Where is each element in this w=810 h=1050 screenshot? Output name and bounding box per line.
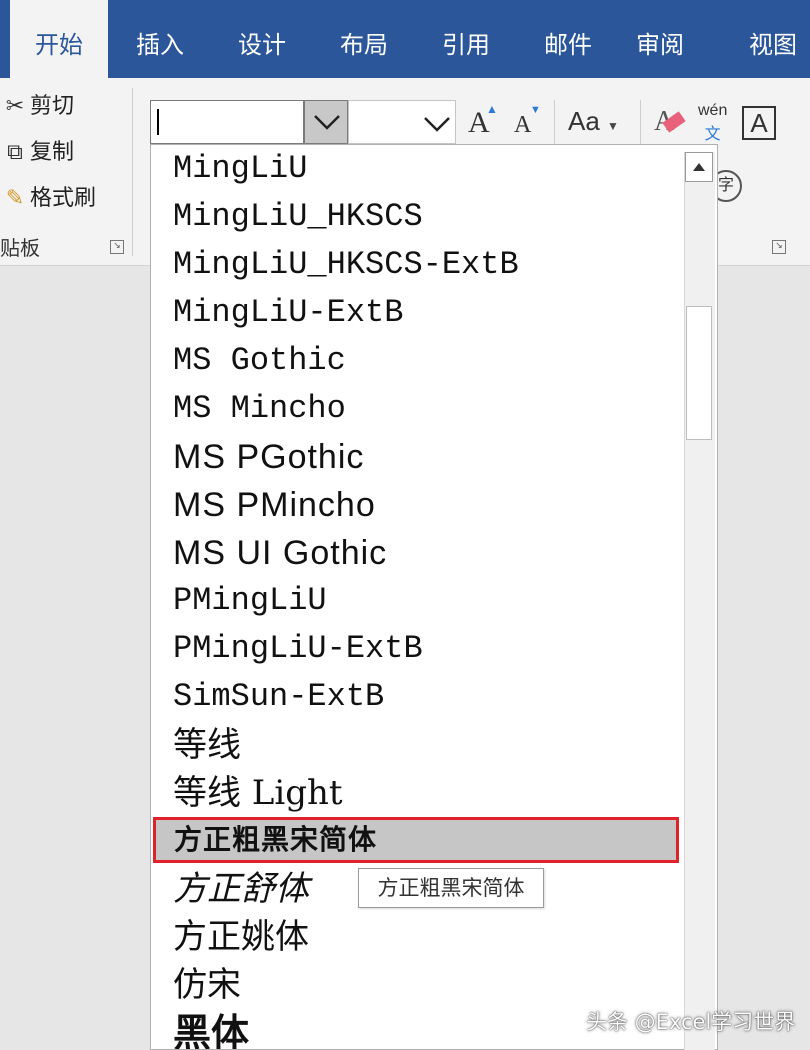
font-option-ms-mincho[interactable]: MS Mincho	[173, 386, 346, 432]
font-name-input[interactable]	[150, 100, 304, 144]
font-option-fangzheng-cuheisong-selected[interactable]: 方正粗黑宋简体	[153, 817, 679, 863]
font-option-pmingliu-extb[interactable]: PMingLiU-ExtB	[173, 626, 423, 672]
chevron-down-icon	[314, 115, 340, 130]
font-option-ms-pgothic[interactable]: MS PGothic	[173, 434, 364, 480]
tab-view[interactable]: 视图	[736, 0, 810, 78]
font-option-ms-pmincho[interactable]: MS PMincho	[173, 482, 376, 528]
group-separator	[640, 100, 641, 144]
font-dropdown-list: MingLiU MingLiU_HKSCS MingLiU_HKSCS-ExtB…	[150, 144, 718, 1050]
character-border-button[interactable]: A	[742, 106, 776, 140]
font-option-mingliu-hkscs-extb[interactable]: MingLiU_HKSCS-ExtB	[173, 242, 519, 288]
ribbon-tab-bar: 开始 插入 设计 布局 引用 邮件 审阅 视图	[0, 0, 810, 78]
font-name-dropdown-button[interactable]	[304, 100, 348, 144]
cut-label: 剪切	[30, 94, 75, 119]
font-option-heiti[interactable]: 黑体	[173, 1010, 249, 1049]
clear-formatting-button[interactable]: A	[654, 106, 686, 138]
font-option-mingliu[interactable]: MingLiU	[173, 146, 307, 192]
format-painter-button[interactable]: ✎ 格式刷	[0, 182, 96, 216]
tab-references[interactable]: 引用	[418, 0, 514, 78]
font-list-scrollbar[interactable]	[684, 152, 715, 1050]
clipboard-launcher-icon[interactable]: ↘	[110, 240, 124, 254]
change-case-button[interactable]: Aa ▼	[568, 106, 619, 137]
font-option-dengxian[interactable]: 等线	[173, 722, 241, 768]
font-size-input[interactable]	[348, 100, 456, 144]
group-separator	[554, 100, 555, 144]
font-option-fangzheng-shuti[interactable]: 方正舒体	[173, 866, 309, 912]
font-launcher-icon[interactable]: ↘	[772, 240, 786, 254]
chevron-down-icon	[424, 117, 450, 132]
triangle-up-icon	[693, 163, 705, 171]
scissors-icon: ✂	[5, 94, 25, 119]
font-option-fangsong[interactable]: 仿宋	[173, 962, 241, 1008]
font-option-pmingliu[interactable]: PMingLiU	[173, 578, 327, 624]
caret-down-icon: ▼	[530, 104, 541, 116]
shrink-font-icon: A	[514, 112, 532, 138]
group-separator	[132, 88, 133, 256]
character-border-icon: A	[750, 108, 768, 138]
copy-icon: ⧉	[7, 140, 23, 165]
tab-review[interactable]: 审阅	[622, 0, 698, 78]
font-option-dengxian-light[interactable]: 等线 Light	[173, 770, 343, 816]
text-caret	[157, 109, 159, 135]
font-option-simsun-extb[interactable]: SimSun-ExtB	[173, 674, 384, 720]
grow-font-button[interactable]: A ▲	[468, 102, 498, 140]
shrink-font-button[interactable]: A ▼	[514, 104, 541, 139]
format-painter-label: 格式刷	[30, 186, 97, 211]
clipboard-group-label: 粘贴板	[0, 236, 40, 260]
phonetic-pinyin-text: wén	[698, 102, 728, 119]
tab-layout[interactable]: 布局	[316, 0, 412, 78]
scroll-up-button[interactable]	[685, 152, 713, 182]
watermark: 头条 @Excel学习世界	[586, 1010, 796, 1034]
font-option-ms-ui-gothic[interactable]: MS UI Gothic	[173, 530, 387, 576]
font-name-tooltip: 方正粗黑宋简体	[358, 868, 544, 908]
tab-mailings[interactable]: 邮件	[520, 0, 616, 78]
font-option-fangzheng-yaoti[interactable]: 方正姚体	[173, 914, 309, 960]
paintbrush-icon: ✎	[5, 186, 25, 211]
tab-insert[interactable]: 插入	[112, 0, 208, 78]
font-option-mingliu-hkscs[interactable]: MingLiU_HKSCS	[173, 194, 423, 240]
font-option-mingliu-extb[interactable]: MingLiU-ExtB	[173, 290, 403, 336]
copy-label: 复制	[30, 140, 75, 165]
tab-design[interactable]: 设计	[214, 0, 310, 78]
phonetic-guide-button[interactable]: wén 文	[698, 102, 727, 144]
phonetic-char-icon: 文	[704, 126, 721, 143]
chevron-down-icon: ▼	[607, 119, 619, 133]
selected-font-label: 方正粗黑宋简体	[174, 823, 378, 856]
scrollbar-thumb[interactable]	[686, 306, 712, 440]
font-option-ms-gothic[interactable]: MS Gothic	[173, 338, 346, 384]
cut-button[interactable]: ✂ 剪切	[0, 90, 74, 124]
tab-home[interactable]: 开始	[10, 0, 108, 78]
caret-up-icon: ▲	[486, 102, 498, 116]
enclose-char-icon: 字	[717, 177, 734, 194]
copy-button[interactable]: ⧉ 复制	[0, 136, 74, 170]
change-case-icon: Aa	[568, 106, 600, 136]
